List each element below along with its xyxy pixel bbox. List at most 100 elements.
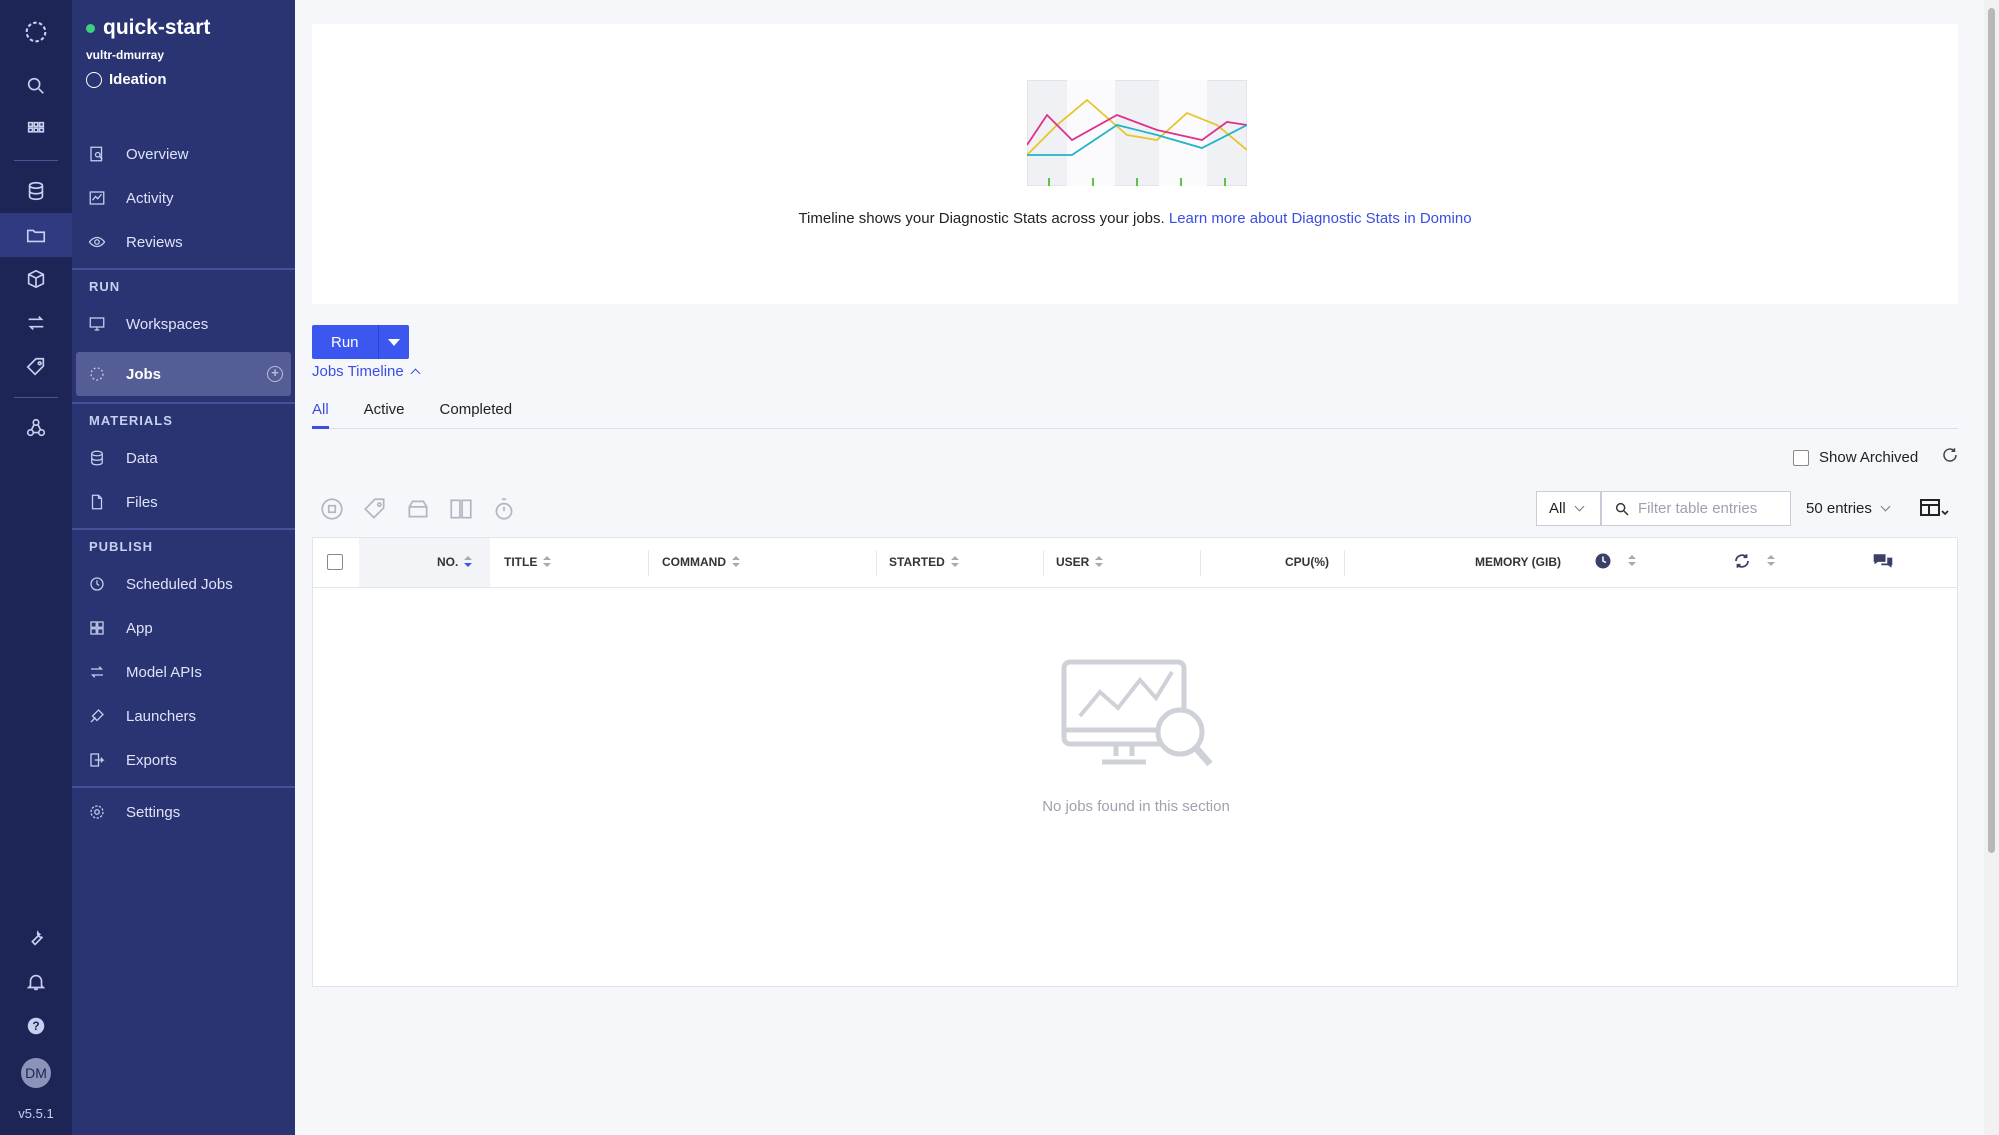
empty-state: No jobs found in this section (313, 658, 1959, 815)
filter-scope-select[interactable]: All (1536, 491, 1601, 526)
page-scrollbar[interactable] (1984, 0, 1999, 1135)
add-job-icon[interactable]: + (267, 366, 283, 382)
gear-icon (90, 805, 104, 819)
sidebar-item-activity[interactable]: Activity (72, 176, 295, 220)
notifications-bell-icon[interactable] (0, 960, 72, 1004)
show-archived-toggle[interactable]: Show Archived (1793, 449, 1918, 466)
column-command[interactable]: COMMAND (662, 555, 740, 569)
project-owner: vultr-dmurray (86, 48, 165, 62)
project-title[interactable]: quick-start (86, 16, 283, 40)
chevron-down-icon (1880, 501, 1891, 512)
sidebar-item-settings[interactable]: Settings (72, 790, 295, 834)
apps-grid-icon[interactable] (0, 108, 72, 152)
launcher-icon (90, 709, 104, 723)
sort-icon (1628, 555, 1636, 567)
tab-completed[interactable]: Completed (440, 398, 513, 429)
sidebar-item-launchers[interactable]: Launchers (72, 694, 295, 738)
sidebar-item-overview[interactable]: Overview (72, 132, 295, 176)
sidebar-item-exports[interactable]: Exports (72, 738, 295, 782)
clock-icon (90, 577, 104, 591)
data-icon[interactable] (0, 169, 72, 213)
status-dot-icon (86, 23, 95, 33)
column-cpu[interactable]: CPU(%) (1285, 555, 1329, 569)
sidebar-item-scheduled-jobs[interactable]: Scheduled Jobs (72, 562, 295, 606)
column-memory[interactable]: MEMORY (GIB) (1475, 555, 1561, 569)
project-sidebar: quick-start vultr-dmurray Ideation Overv… (72, 0, 295, 1135)
overview-icon (90, 146, 103, 162)
archive-icon[interactable] (405, 496, 431, 522)
sidebar-item-model-apis[interactable]: Model APIs (72, 650, 295, 694)
eye-icon (88, 236, 106, 248)
help-icon[interactable]: ? (0, 1004, 72, 1048)
sidebar-item-app[interactable]: App (72, 606, 295, 650)
comments-icon (1873, 554, 1893, 568)
transfer-arrows-icon[interactable] (0, 301, 72, 345)
sidebar-item-files[interactable]: Files (72, 480, 295, 524)
export-icon (90, 753, 105, 767)
column-status[interactable] (1733, 552, 1775, 570)
chevron-up-icon (410, 368, 421, 379)
column-settings-icon[interactable] (1919, 497, 1949, 519)
version-label: v5.5.1 (18, 1106, 54, 1121)
tab-active[interactable]: Active (364, 398, 405, 429)
icon-rail: ? DM v5.5.1 (0, 0, 72, 1135)
column-title[interactable]: TITLE (504, 555, 552, 569)
status-sync-icon (1735, 554, 1749, 568)
search-icon[interactable] (0, 64, 72, 108)
column-duration[interactable] (1594, 552, 1636, 570)
domino-logo-icon[interactable] (0, 0, 72, 64)
filter-table-input[interactable]: Filter table entries (1601, 491, 1791, 526)
model-hub-icon[interactable] (0, 406, 72, 450)
bulk-actions-toolbar (319, 496, 517, 522)
empty-state-text: No jobs found in this section (1042, 798, 1230, 815)
refresh-icon[interactable] (1941, 446, 1959, 464)
column-user[interactable]: USER (1056, 555, 1104, 569)
stop-icon[interactable] (319, 496, 345, 522)
run-dropdown-icon[interactable] (388, 338, 400, 346)
jobs-table: NO. TITLE COMMAND STARTED USER CPU(%) ME… (312, 537, 1958, 987)
sidebar-item-data[interactable]: Data (72, 436, 295, 480)
admin-wrench-icon[interactable] (0, 916, 72, 960)
tag-icon[interactable] (0, 345, 72, 389)
monitor-icon (89, 317, 105, 331)
jobs-icon (90, 367, 104, 381)
scrollbar-thumb[interactable] (1988, 8, 1995, 853)
project-stage[interactable]: Ideation (86, 71, 283, 88)
user-avatar[interactable]: DM (21, 1058, 51, 1088)
sort-icon (543, 556, 552, 568)
sidebar-item-jobs[interactable]: Jobs + (76, 352, 291, 396)
column-no[interactable]: NO. (437, 555, 473, 569)
compare-icon[interactable] (448, 496, 474, 522)
tag-icon[interactable] (362, 496, 388, 522)
sidebar-item-workspaces[interactable]: Workspaces (72, 302, 295, 346)
sidebar-item-reviews[interactable]: Reviews (72, 220, 295, 264)
environments-box-icon[interactable] (0, 257, 72, 301)
section-run: RUN (72, 268, 295, 302)
diagnostic-stats-link[interactable]: Learn more about Diagnostic Stats in Dom… (1169, 210, 1472, 227)
column-comments[interactable] (1872, 552, 1894, 570)
jobs-timeline-toggle[interactable]: Jobs Timeline (312, 363, 421, 380)
sort-icon (464, 556, 473, 568)
rail-divider (14, 160, 58, 161)
stage-label: Ideation (109, 71, 167, 88)
column-started[interactable]: STARTED (889, 555, 959, 569)
tab-all[interactable]: All (312, 398, 329, 429)
app-icon (90, 621, 104, 635)
projects-folder-icon[interactable] (0, 213, 72, 257)
rail-divider (14, 397, 58, 398)
project-name: quick-start (103, 16, 211, 39)
filter-placeholder: Filter table entries (1638, 500, 1758, 517)
job-status-tabs: All Active Completed (312, 398, 1958, 429)
select-all-checkbox[interactable] (327, 554, 343, 570)
show-archived-checkbox[interactable] (1793, 449, 1809, 466)
stage-gauge-icon (86, 71, 102, 88)
run-button[interactable]: Run (312, 325, 409, 359)
stopwatch-icon[interactable] (491, 496, 517, 522)
sort-icon (950, 556, 959, 568)
entries-per-page-select[interactable]: 50 entries (1806, 491, 1891, 526)
clock-icon (1595, 553, 1611, 569)
sort-icon (1095, 556, 1104, 568)
section-materials: MATERIALS (72, 402, 295, 436)
run-button-label: Run (331, 333, 359, 351)
chevron-down-icon (1574, 501, 1585, 512)
